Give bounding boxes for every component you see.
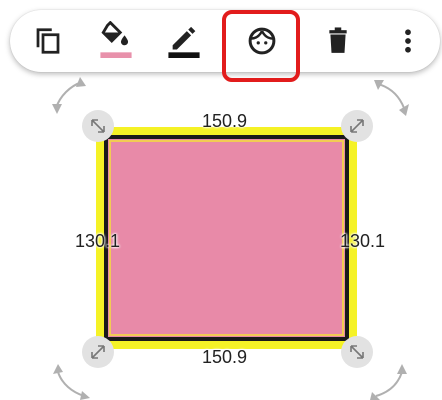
- copy-button[interactable]: [20, 10, 76, 72]
- resize-handle-bottom-left[interactable]: [82, 336, 114, 368]
- dimension-label-right: 130.1: [340, 231, 386, 251]
- resize-handle-bottom-right[interactable]: [341, 336, 373, 368]
- rotate-handle-top-left[interactable]: [52, 77, 86, 114]
- rectangle-body[interactable]: [104, 135, 349, 341]
- resize-handle-top-left[interactable]: [82, 110, 114, 142]
- resize-handle-top-right[interactable]: [341, 110, 373, 142]
- rotate-handle-bottom-left[interactable]: [53, 364, 90, 400]
- rotate-handle-top-right[interactable]: [374, 80, 409, 116]
- delete-icon: [329, 27, 347, 53]
- shape-rectangle[interactable]: [96, 127, 357, 349]
- copy-icon: [36, 28, 60, 54]
- stroke-color-button[interactable]: [156, 10, 212, 72]
- more-options-button[interactable]: [380, 10, 436, 72]
- stroke-color-icon: [168, 26, 200, 58]
- more-vert-icon: [405, 29, 411, 53]
- rotate-handle-bottom-right[interactable]: [370, 364, 407, 400]
- fill-color-icon: [100, 21, 132, 58]
- fill-color-button[interactable]: [88, 10, 144, 72]
- dimension-label-bottom: 150.9: [202, 347, 248, 367]
- sticker-button[interactable]: [234, 10, 290, 72]
- delete-button[interactable]: [310, 10, 366, 72]
- dimension-label-top: 150.9: [202, 111, 248, 131]
- sticker-face-icon: [248, 27, 276, 55]
- dimension-label-left: 130.1: [75, 231, 121, 251]
- shape-toolbar: [10, 10, 440, 72]
